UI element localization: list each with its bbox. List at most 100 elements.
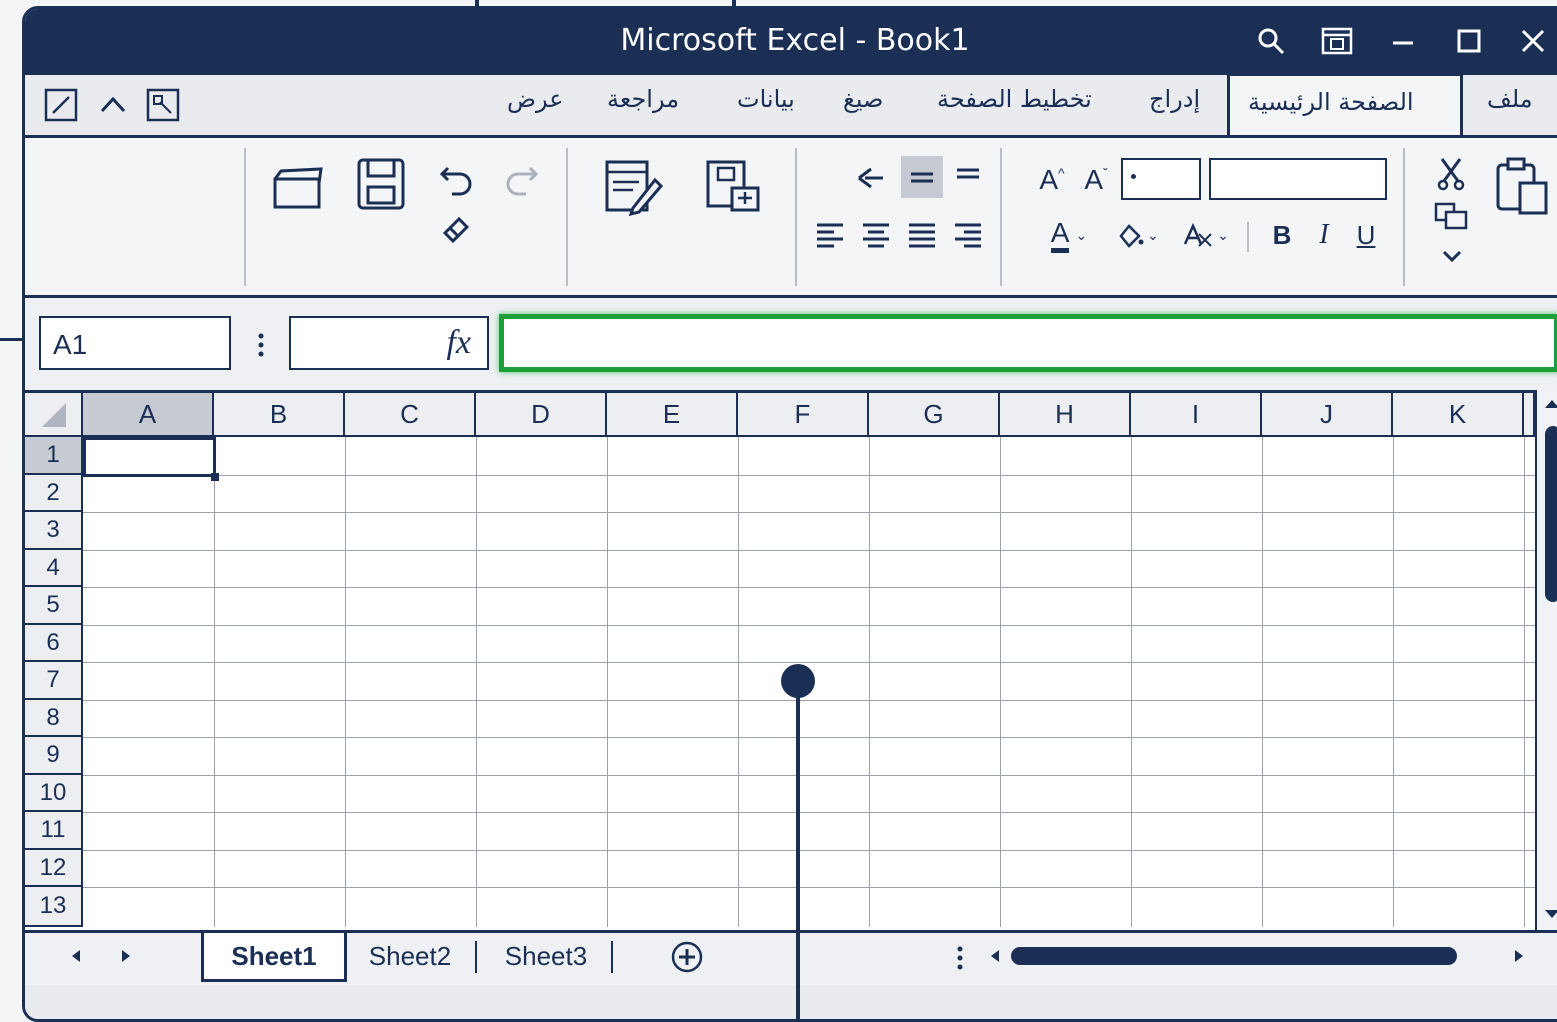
row-header[interactable]: 10: [25, 775, 83, 812]
font-size-dropdown-icon: [1131, 174, 1136, 179]
tab-page-layout[interactable]: تخطيط الصفحة: [937, 85, 1092, 113]
row-header[interactable]: 9: [25, 737, 83, 775]
font-name-input[interactable]: [1209, 158, 1387, 200]
grid-line: [1131, 437, 1132, 927]
tab-insert[interactable]: إدراج: [1149, 85, 1200, 113]
tab-home[interactable]: الصفحة الرئيسية: [1227, 73, 1463, 135]
pen-icon[interactable]: [43, 87, 79, 123]
spreadsheet-grid: A B C D E F G H I J K 1 2 3 4 5 6 7 8 9 …: [25, 390, 1535, 933]
font-color-label: A: [1050, 217, 1070, 253]
justify-icon[interactable]: [901, 214, 943, 256]
open-folder-icon[interactable]: [269, 160, 329, 216]
row-header[interactable]: 6: [25, 625, 83, 662]
minimize-icon[interactable]: [1383, 21, 1423, 61]
expand-window-icon[interactable]: [145, 87, 181, 123]
search-icon[interactable]: [1251, 21, 1291, 61]
hscroll-right-icon[interactable]: [1511, 945, 1527, 967]
sheet-tab-sheet2[interactable]: Sheet2: [343, 933, 477, 979]
shrink-font-icon[interactable]: Aˇ: [1077, 160, 1115, 200]
page-setup-icon[interactable]: [701, 156, 765, 218]
row-header[interactable]: 2: [25, 475, 83, 512]
edit-sheet-icon[interactable]: [601, 156, 665, 218]
scroll-sheets-right-icon[interactable]: [115, 945, 137, 967]
name-box[interactable]: A1: [39, 316, 231, 370]
chevron-down-icon: ⌄: [1147, 226, 1159, 243]
column-header[interactable]: E: [607, 393, 738, 437]
column-header[interactable]: J: [1262, 393, 1393, 437]
select-all-corner[interactable]: [25, 393, 83, 437]
grid-line: [83, 775, 1535, 776]
row-header[interactable]: 5: [25, 587, 83, 625]
column-header[interactable]: D: [476, 393, 607, 437]
copy-icon[interactable]: [1431, 198, 1471, 234]
underline-button[interactable]: U: [1349, 214, 1383, 256]
row-header[interactable]: 7: [25, 662, 83, 700]
column-header[interactable]: A: [83, 393, 214, 437]
more-options-icon[interactable]: [251, 328, 271, 362]
tab-formulas[interactable]: صيغ: [843, 85, 883, 113]
tab-file[interactable]: ملف: [1487, 85, 1533, 113]
active-cell[interactable]: [83, 437, 216, 477]
column-header[interactable]: G: [869, 393, 1000, 437]
hscroll-left-icon[interactable]: [987, 945, 1003, 967]
tab-view[interactable]: عرض: [507, 85, 564, 113]
maximize-icon[interactable]: [1449, 21, 1489, 61]
column-header[interactable]: F: [738, 393, 869, 437]
grow-font-icon[interactable]: A ^: [1033, 160, 1071, 200]
font-size-input[interactable]: [1121, 158, 1201, 200]
scroll-up-icon[interactable]: [1541, 396, 1557, 412]
display-options-icon[interactable]: [1317, 21, 1357, 61]
row-header[interactable]: 12: [25, 850, 83, 887]
row-header[interactable]: 13: [25, 887, 83, 927]
sheet-tabs-bar: Sheet1 Sheet2 Sheet3: [25, 930, 1557, 988]
redo-icon[interactable]: [501, 158, 543, 198]
align-center-icon[interactable]: [855, 214, 897, 256]
grow-font-label: A: [1039, 164, 1059, 195]
tab-review[interactable]: مراجعة: [607, 85, 679, 113]
tab-split-handle-icon[interactable]: [953, 943, 967, 973]
tab-data[interactable]: بيانات: [737, 85, 795, 113]
fill-handle[interactable]: [211, 473, 219, 481]
chevron-down-icon[interactable]: [1437, 242, 1467, 270]
column-header[interactable]: I: [1131, 393, 1262, 437]
align-right-icon[interactable]: [947, 214, 989, 256]
vertical-scrollbar[interactable]: [1535, 390, 1557, 930]
formula-input[interactable]: [499, 314, 1557, 372]
paste-icon[interactable]: [1493, 154, 1553, 218]
bold-button[interactable]: B: [1265, 214, 1299, 256]
row-header[interactable]: 4: [25, 550, 83, 587]
excel-window: Microsoft Excel - Book1 عرض مراجعة بيانا…: [22, 6, 1557, 1022]
column-header[interactable]: C: [345, 393, 476, 437]
row-header[interactable]: 1: [25, 437, 83, 475]
undo-icon[interactable]: [435, 158, 477, 198]
insert-function-box[interactable]: fx: [289, 316, 489, 370]
scroll-sheets-left-icon[interactable]: [65, 945, 87, 967]
vertical-scroll-thumb[interactable]: [1545, 426, 1557, 602]
eraser-icon[interactable]: [435, 210, 477, 250]
annotation-pointer-line: [796, 690, 800, 1021]
clear-format-button[interactable]: ⌄: [1175, 214, 1235, 256]
font-color-button[interactable]: A ⌄: [1039, 214, 1099, 256]
italic-button[interactable]: I: [1307, 214, 1341, 256]
scroll-down-icon[interactable]: [1541, 906, 1557, 922]
row-header[interactable]: 8: [25, 700, 83, 737]
sheet-tab-sheet3[interactable]: Sheet3: [479, 933, 613, 979]
align-middle-icon[interactable]: [901, 156, 943, 198]
sheet-tab-sheet1[interactable]: Sheet1: [201, 933, 347, 982]
cut-icon[interactable]: [1431, 154, 1471, 194]
row-header[interactable]: 3: [25, 512, 83, 550]
row-header[interactable]: 11: [25, 812, 83, 850]
column-header[interactable]: B: [214, 393, 345, 437]
font-group-separator: [1247, 222, 1249, 252]
close-icon[interactable]: [1513, 21, 1553, 61]
save-icon[interactable]: [353, 154, 409, 214]
align-top-icon[interactable]: [947, 156, 989, 198]
column-header[interactable]: K: [1393, 393, 1524, 437]
column-header[interactable]: H: [1000, 393, 1131, 437]
orientation-icon[interactable]: [851, 160, 891, 196]
add-sheet-icon[interactable]: [669, 939, 705, 975]
fill-color-button[interactable]: ⌄: [1109, 214, 1165, 256]
horizontal-scroll-thumb[interactable]: [1011, 947, 1457, 965]
align-left-icon[interactable]: [809, 214, 851, 256]
collapse-ribbon-icon[interactable]: [95, 87, 131, 123]
